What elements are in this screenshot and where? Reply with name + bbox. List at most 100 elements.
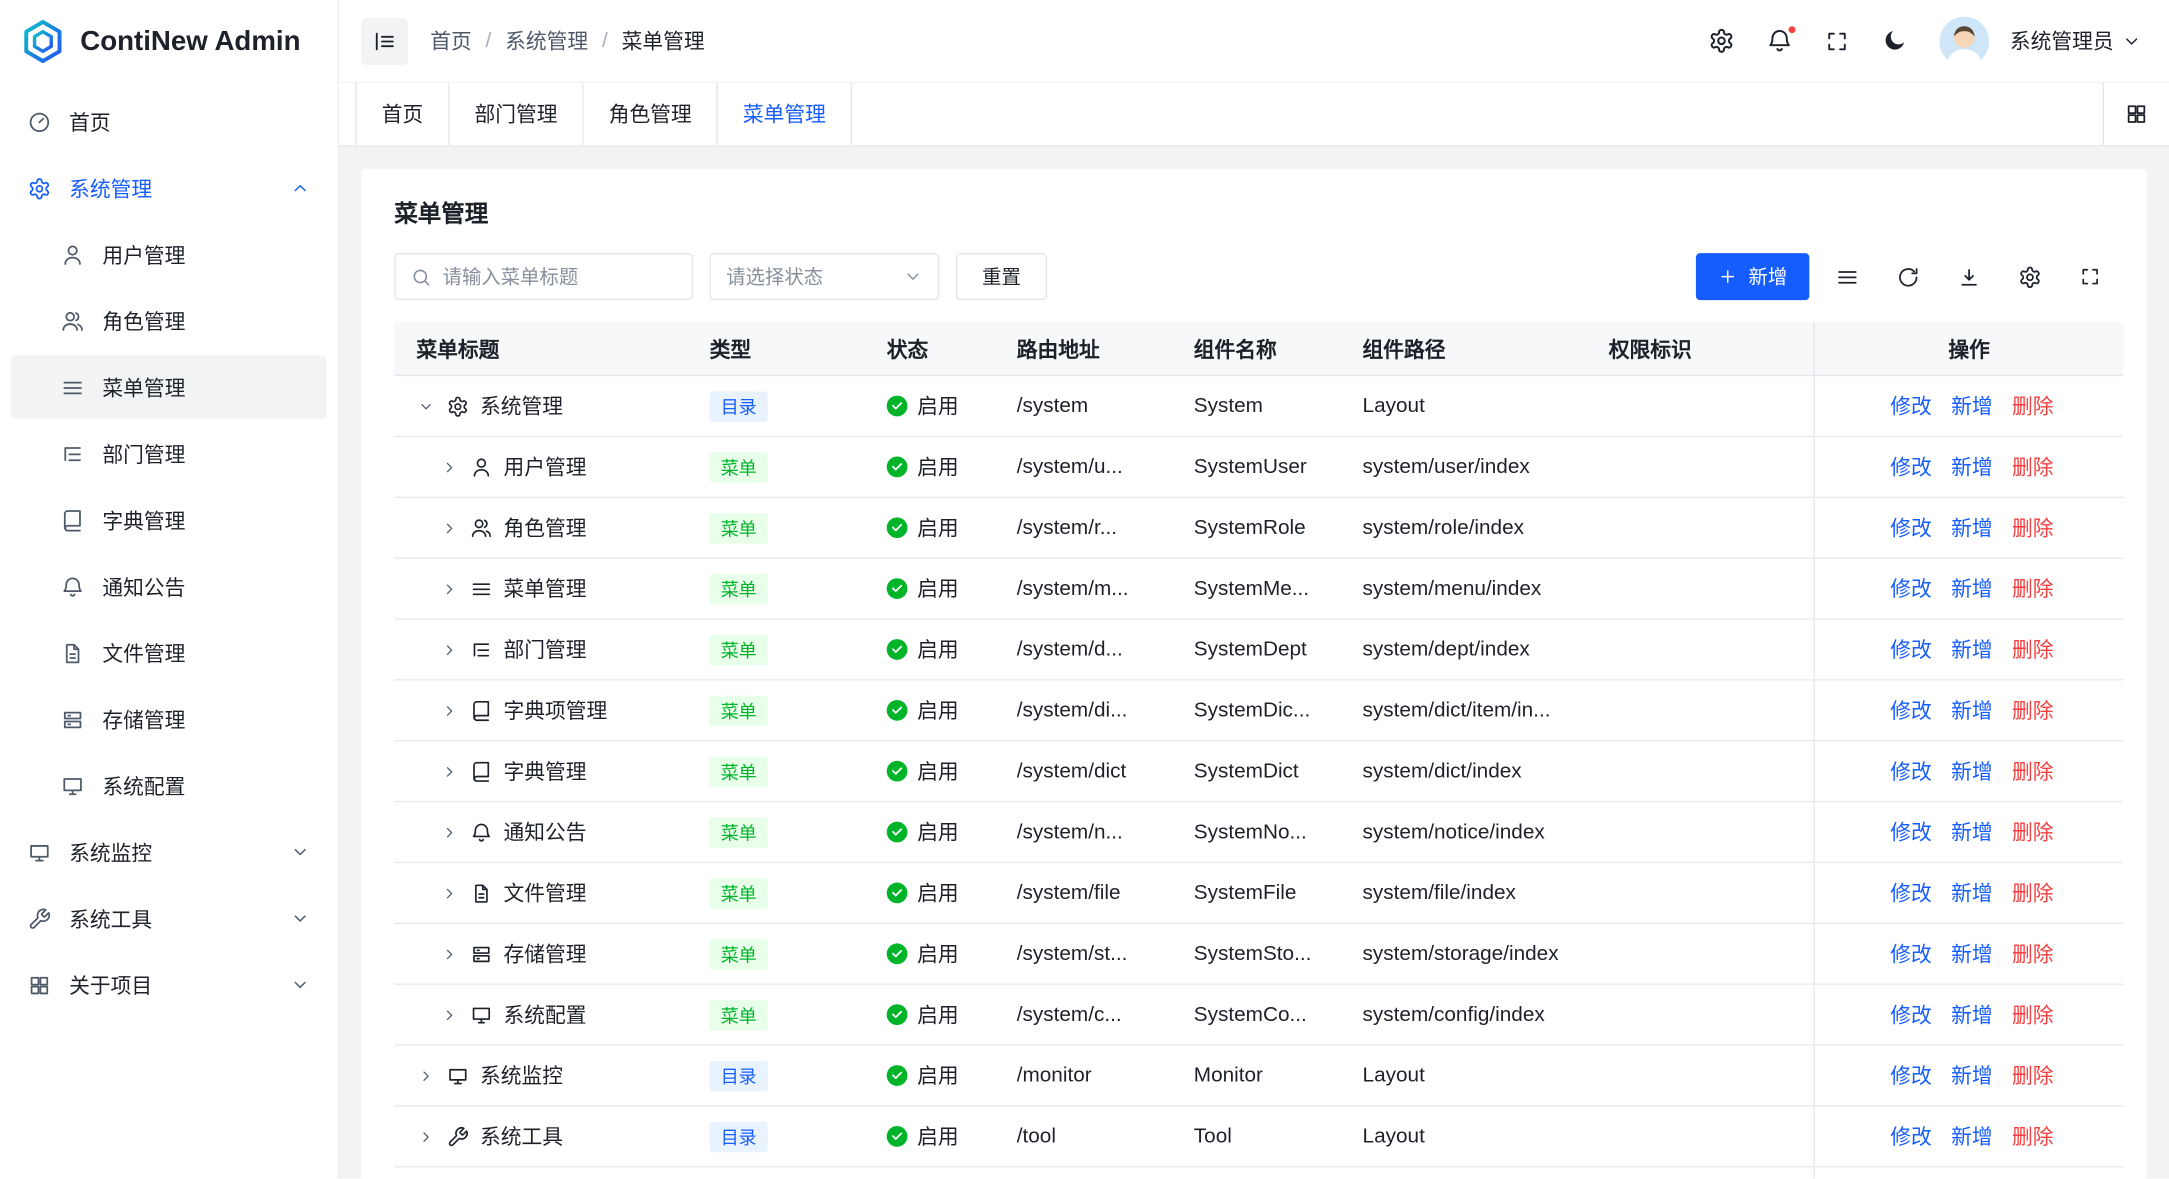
sidebar-item-label: 系统管理 — [69, 174, 152, 203]
chevron-right-icon[interactable] — [416, 1128, 435, 1145]
add-link[interactable]: 新增 — [1951, 513, 1993, 542]
delete-link[interactable]: 删除 — [2012, 818, 2054, 847]
reset-button[interactable]: 重置 — [956, 253, 1047, 300]
chevron-right-icon[interactable] — [440, 763, 459, 780]
status-indicator: 启用 — [887, 1000, 959, 1029]
edit-link[interactable]: 修改 — [1890, 1061, 1932, 1090]
route-cell: /tool — [995, 1107, 1172, 1166]
delete-link[interactable]: 删除 — [2012, 452, 2054, 481]
settings-button[interactable] — [1708, 28, 1734, 54]
edit-link[interactable]: 修改 — [1890, 452, 1932, 481]
add-link[interactable]: 新增 — [1951, 818, 1993, 847]
batch-list-button[interactable] — [1823, 253, 1870, 300]
chevron-down-icon[interactable] — [416, 398, 435, 415]
sidebar-item-file[interactable]: 文件管理 — [11, 621, 326, 685]
delete-link[interactable]: 删除 — [2012, 574, 2054, 603]
fullscreen-button[interactable] — [1825, 28, 1850, 53]
sidebar-item-config[interactable]: 系统配置 — [11, 754, 326, 818]
logo[interactable]: ContiNew Admin — [0, 0, 338, 83]
sidebar-item-dict[interactable]: 字典管理 — [11, 488, 326, 552]
add-link[interactable]: 新增 — [1951, 1122, 1993, 1151]
delete-link[interactable]: 删除 — [2012, 513, 2054, 542]
edit-link[interactable]: 修改 — [1890, 1000, 1932, 1029]
add-link[interactable]: 新增 — [1951, 939, 1993, 968]
component-cell: SystemCo... — [1172, 985, 1341, 1044]
add-button[interactable]: 新增 — [1696, 253, 1809, 300]
add-link[interactable]: 新增 — [1951, 452, 1993, 481]
edit-link[interactable]: 修改 — [1890, 696, 1932, 725]
add-link[interactable]: 新增 — [1951, 1000, 1993, 1029]
chevron-right-icon[interactable] — [440, 459, 459, 476]
sidebar-item-home[interactable]: 首页 — [11, 90, 326, 154]
tab-dept[interactable]: 部门管理 — [450, 83, 584, 145]
tab-role[interactable]: 角色管理 — [584, 83, 718, 145]
status-select[interactable]: 请选择状态 — [710, 253, 940, 300]
table-fullscreen-button[interactable] — [2067, 253, 2114, 300]
search-field[interactable] — [443, 266, 677, 288]
user-menu[interactable]: 系统管理员 — [2010, 26, 2141, 55]
sidebar-item-storage[interactable]: 存储管理 — [11, 687, 326, 751]
sidebar-item-system[interactable]: 系统管理 — [11, 156, 326, 220]
refresh-button[interactable] — [1884, 253, 1931, 300]
sidebar-item-monitor[interactable]: 系统监控 — [11, 820, 326, 884]
breadcrumb-item[interactable]: 系统管理 — [505, 26, 588, 55]
delete-link[interactable]: 删除 — [2012, 635, 2054, 664]
sidebar-item-about[interactable]: 关于项目 — [11, 953, 326, 1017]
search-input[interactable] — [394, 253, 693, 300]
sidebar-item-user[interactable]: 用户管理 — [11, 223, 326, 287]
tab-home[interactable]: 首页 — [356, 83, 450, 145]
delete-link[interactable]: 删除 — [2012, 1061, 2054, 1090]
export-button[interactable] — [1945, 253, 1992, 300]
dark-mode-button[interactable] — [1881, 28, 1907, 54]
avatar[interactable] — [1939, 16, 1989, 66]
add-link[interactable]: 新增 — [1951, 391, 1993, 420]
edit-link[interactable]: 修改 — [1890, 513, 1932, 542]
table-row: 字典管理菜单启用/system/dictSystemDictsystem/dic… — [394, 741, 2123, 802]
delete-link[interactable]: 删除 — [2012, 878, 2054, 907]
sidebar-collapse-button[interactable] — [361, 17, 408, 64]
column-settings-button[interactable] — [2006, 253, 2053, 300]
add-link[interactable]: 新增 — [1951, 1061, 1993, 1090]
app-title: ContiNew Admin — [80, 26, 300, 58]
edit-link[interactable]: 修改 — [1890, 574, 1932, 603]
tab-menu[interactable]: 菜单管理 — [718, 83, 852, 145]
delete-link[interactable]: 删除 — [2012, 391, 2054, 420]
sidebar-item-role[interactable]: 角色管理 — [11, 289, 326, 353]
chevron-right-icon[interactable] — [440, 885, 459, 902]
add-link[interactable]: 新增 — [1951, 574, 1993, 603]
delete-link[interactable]: 删除 — [2012, 1122, 2054, 1151]
add-link[interactable]: 新增 — [1951, 757, 1993, 786]
edit-link[interactable]: 修改 — [1890, 757, 1932, 786]
sidebar-item-notice[interactable]: 通知公告 — [11, 555, 326, 619]
delete-link[interactable]: 删除 — [2012, 1000, 2054, 1029]
edit-link[interactable]: 修改 — [1890, 391, 1932, 420]
chevron-right-icon[interactable] — [440, 519, 459, 536]
edit-link[interactable]: 修改 — [1890, 818, 1932, 847]
chevron-right-icon[interactable] — [416, 1067, 435, 1084]
edit-link[interactable]: 修改 — [1890, 635, 1932, 664]
add-link[interactable]: 新增 — [1951, 696, 1993, 725]
breadcrumb-item[interactable]: 首页 — [430, 26, 472, 55]
edit-link[interactable]: 修改 — [1890, 939, 1932, 968]
sidebar-item-dept[interactable]: 部门管理 — [11, 422, 326, 486]
tab-actions-button[interactable] — [2103, 83, 2169, 145]
chevron-right-icon[interactable] — [440, 1006, 459, 1023]
status-label: 启用 — [917, 696, 959, 725]
chevron-right-icon[interactable] — [440, 641, 459, 658]
sidebar-item-menu[interactable]: 菜单管理 — [11, 356, 326, 420]
add-link[interactable]: 新增 — [1951, 878, 1993, 907]
delete-link[interactable]: 删除 — [2012, 696, 2054, 725]
edit-link[interactable]: 修改 — [1890, 878, 1932, 907]
chevron-right-icon[interactable] — [440, 824, 459, 841]
notifications-button[interactable] — [1766, 28, 1792, 54]
edit-link[interactable]: 修改 — [1890, 1122, 1932, 1151]
delete-link[interactable]: 删除 — [2012, 757, 2054, 786]
desktop-icon — [470, 1004, 492, 1026]
status-cell: 启用 — [865, 863, 995, 922]
delete-link[interactable]: 删除 — [2012, 939, 2054, 968]
add-link[interactable]: 新增 — [1951, 635, 1993, 664]
chevron-right-icon[interactable] — [440, 580, 459, 597]
sidebar-item-tool[interactable]: 系统工具 — [11, 887, 326, 951]
chevron-right-icon[interactable] — [440, 702, 459, 719]
chevron-right-icon[interactable] — [440, 945, 459, 962]
